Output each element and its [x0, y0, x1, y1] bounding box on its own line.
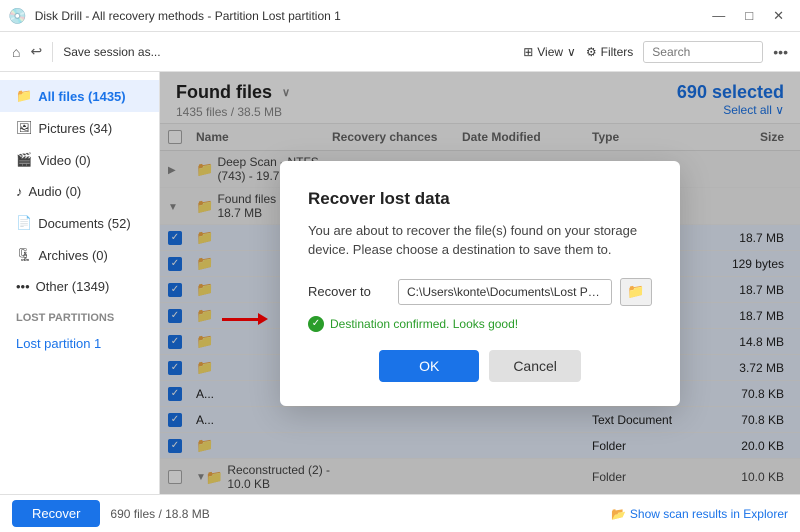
titlebar-title: Disk Drill - All recovery methods - Part…	[35, 9, 341, 23]
lost-partitions-section: Lost partitions	[0, 302, 159, 328]
main-layout: 📁 All files (1435) 🖼 Pictures (34) 🎬 Vid…	[0, 72, 800, 494]
search-input[interactable]	[643, 41, 763, 63]
filters-button[interactable]: ⚙ Filters	[586, 45, 633, 59]
sidebar-item-video[interactable]: 🎬 Video (0)	[0, 144, 159, 176]
save-session-button[interactable]: Save session as...	[63, 45, 160, 59]
titlebar-left: 💿 Disk Drill - All recovery methods - Pa…	[8, 7, 341, 25]
titlebar-controls[interactable]: — □ ✕	[704, 8, 792, 24]
titlebar: 💿 Disk Drill - All recovery methods - Pa…	[0, 0, 800, 32]
recover-section: Recover 690 files / 18.8 MB	[12, 500, 210, 527]
recover-modal: Recover lost data You are about to recov…	[280, 161, 680, 406]
toolbar-separator	[52, 42, 53, 62]
view-chevron-icon: ∨	[567, 45, 576, 59]
content-area: Found files ∨ 1435 files / 38.5 MB 690 s…	[160, 72, 800, 494]
recover-to-row: Recover to 📁	[308, 278, 652, 306]
close-btn[interactable]: ✕	[765, 8, 792, 24]
ok-button[interactable]: OK	[379, 350, 479, 382]
all-files-icon: 📁	[16, 88, 32, 104]
sidebar-item-pictures[interactable]: 🖼 Pictures (34)	[0, 112, 159, 144]
confirm-check-icon: ✓	[308, 316, 324, 332]
documents-icon: 📄	[16, 215, 32, 231]
more-options-icon[interactable]: •••	[773, 44, 788, 60]
sidebar-item-all-files[interactable]: 📁 All files (1435)	[0, 80, 159, 112]
show-scan-button[interactable]: 📂 Show scan results in Explorer	[611, 507, 788, 521]
audio-icon: ♪	[16, 184, 23, 199]
other-icon: •••	[16, 279, 30, 294]
home-icon[interactable]: ⌂	[12, 44, 20, 60]
arrow-head-icon	[258, 313, 268, 325]
modal-overlay: Recover lost data You are about to recov…	[160, 72, 800, 494]
recover-to-label: Recover to	[308, 284, 390, 299]
sidebar-item-other[interactable]: ••• Other (1349)	[0, 271, 159, 302]
explorer-icon: 📂	[611, 507, 626, 521]
arrow-line	[222, 318, 258, 321]
toolbar: ⌂ ↩ Save session as... ⊞ View ∨ ⚙ Filter…	[0, 32, 800, 72]
archives-icon: 🗜	[16, 247, 33, 263]
maximize-btn[interactable]: □	[737, 8, 761, 24]
confirmation-message: ✓ Destination confirmed. Looks good!	[308, 316, 652, 332]
disk-drill-icon: 💿	[8, 7, 27, 25]
filter-icon: ⚙	[586, 45, 597, 59]
recover-to-input[interactable]	[398, 279, 612, 305]
sidebar-item-audio[interactable]: ♪ Audio (0)	[0, 176, 159, 207]
sidebar-item-archives[interactable]: 🗜 Archives (0)	[0, 239, 159, 271]
arrow-indicator	[222, 313, 268, 325]
browse-folder-button[interactable]: 📁	[620, 278, 652, 306]
bottom-bar: Recover 690 files / 18.8 MB 📂 Show scan …	[0, 494, 800, 532]
video-icon: 🎬	[16, 152, 32, 168]
modal-description: You are about to recover the file(s) fou…	[308, 221, 652, 260]
cancel-button[interactable]: Cancel	[489, 350, 581, 382]
sidebar: 📁 All files (1435) 🖼 Pictures (34) 🎬 Vid…	[0, 72, 160, 494]
modal-title: Recover lost data	[308, 189, 652, 209]
sidebar-item-lost-partition[interactable]: Lost partition 1	[0, 328, 159, 359]
minimize-btn[interactable]: —	[704, 8, 733, 24]
toolbar-right: ⊞ View ∨ ⚙ Filters •••	[523, 41, 788, 63]
sidebar-item-documents[interactable]: 📄 Documents (52)	[0, 207, 159, 239]
view-icon: ⊞	[523, 45, 533, 59]
recover-button[interactable]: Recover	[12, 500, 100, 527]
pictures-icon: 🖼	[16, 120, 33, 136]
recover-info: 690 files / 18.8 MB	[110, 507, 209, 521]
back-icon[interactable]: ↩	[30, 43, 42, 60]
view-button[interactable]: ⊞ View ∨	[523, 45, 576, 59]
modal-buttons: OK Cancel	[308, 350, 652, 382]
